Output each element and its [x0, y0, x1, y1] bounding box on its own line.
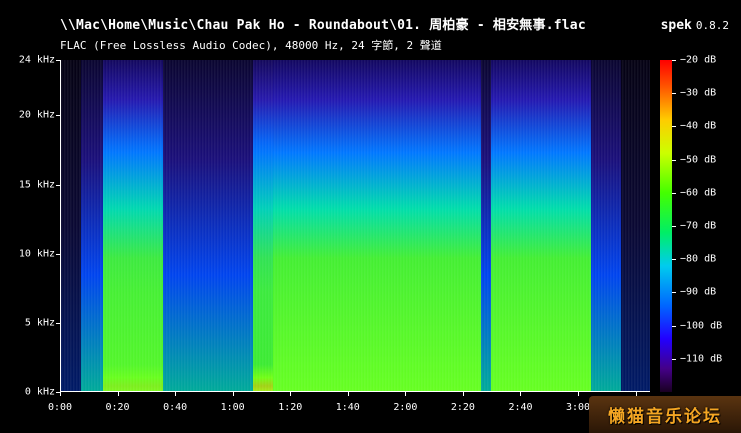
time-tick-mark: [520, 392, 522, 396]
time-tick-label: 1:40: [335, 402, 360, 413]
time-tick-mark: [60, 392, 61, 396]
time-tick-label: 2:40: [508, 402, 533, 413]
level-tick-mark: [672, 192, 676, 194]
spectrogram-texture: [61, 60, 650, 391]
time-tick-label: 1:00: [220, 402, 245, 413]
level-tick-mark: [672, 325, 676, 327]
frequency-tick-mark: [56, 60, 60, 61]
time-tick-mark: [462, 392, 464, 396]
level-tick-mark: [672, 93, 676, 95]
time-tick-label: 2:00: [393, 402, 418, 413]
time-tick-mark: [117, 392, 119, 396]
level-tick-mark: [672, 126, 676, 128]
frequency-tick-mark: [56, 322, 60, 324]
time-tick-label: 0:00: [47, 402, 73, 413]
time-tick-mark: [175, 392, 177, 396]
frequency-tick-mark: [56, 253, 60, 255]
level-tick-mark: [672, 226, 676, 227]
app-version: 0.8.2: [695, 19, 729, 32]
file-path-title: \\Mac\Home\Music\Chau Pak Ho - Roundabou…: [60, 18, 586, 33]
level-tick-label: −110 dB: [680, 353, 723, 365]
level-tick-label: −20 dB: [680, 54, 717, 66]
time-tick-label: 0:40: [163, 402, 188, 413]
level-tick-label: −100 dB: [680, 320, 723, 332]
level-tick-label: −50 dB: [680, 154, 717, 166]
level-tick-mark: [672, 358, 676, 360]
level-tick-label: −40 dB: [680, 120, 717, 132]
level-tick-label: −80 dB: [680, 253, 717, 265]
time-tick-label: 2:20: [450, 402, 475, 413]
frequency-tick-label: 15 kHz: [18, 179, 55, 190]
level-tick-mark: [672, 159, 676, 161]
time-tick-label: 0:20: [105, 402, 130, 413]
audio-info: FLAC (Free Lossless Audio Codec), 48000 …: [60, 39, 442, 52]
app-name: spek: [660, 18, 692, 33]
frequency-tick-label: 20 kHz: [18, 109, 55, 121]
time-tick-label: 3:00: [566, 402, 591, 413]
time-tick-mark: [405, 392, 407, 396]
app-brand: spek 0.8.2: [661, 14, 729, 33]
frequency-tick-label: 24 kHz: [18, 54, 55, 66]
time-tick-mark: [232, 392, 234, 396]
frequency-tick-label: 5 kHz: [24, 317, 55, 329]
level-tick-mark: [672, 259, 676, 261]
level-colorbar: [660, 60, 672, 392]
level-tick-label: −90 dB: [680, 286, 717, 298]
level-tick-mark: [672, 60, 676, 61]
level-tick-label: −70 dB: [680, 220, 717, 232]
spectrogram-image: [61, 60, 650, 391]
time-tick-mark: [347, 392, 349, 396]
frequency-tick-mark: [56, 115, 60, 117]
time-tick-label: 1:20: [278, 402, 303, 413]
time-tick-mark: [578, 392, 580, 396]
frequency-tick-label: 10 kHz: [18, 248, 55, 260]
spectrogram-plot: [60, 60, 650, 392]
level-tick-label: −30 dB: [680, 87, 717, 99]
time-tick-mark: [290, 392, 292, 396]
level-tick-label: −60 dB: [680, 187, 717, 199]
frequency-tick-label: 0 kHz: [24, 386, 55, 398]
level-tick-mark: [672, 292, 676, 294]
forum-watermark: 懒猫音乐论坛: [589, 396, 741, 433]
frequency-tick-mark: [56, 184, 60, 186]
